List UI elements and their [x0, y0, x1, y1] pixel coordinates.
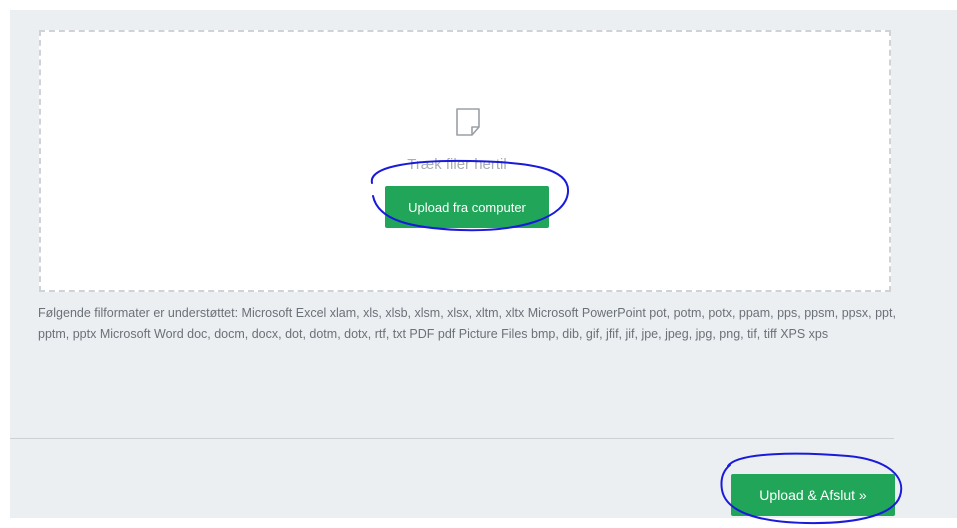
upload-panel: Træk filer hertil Upload fra computer Fø… — [10, 10, 957, 518]
drop-files-text: Træk filer hertil — [407, 156, 507, 173]
file-dropzone[interactable]: Træk filer hertil Upload fra computer — [39, 30, 891, 292]
file-icon — [456, 108, 480, 136]
supported-formats-text: Følgende filformater er understøttet: Mi… — [38, 306, 896, 341]
upload-from-computer-button[interactable]: Upload fra computer — [385, 186, 549, 228]
divider — [10, 438, 894, 439]
upload-and-finish-button[interactable]: Upload & Afslut » — [731, 474, 895, 516]
